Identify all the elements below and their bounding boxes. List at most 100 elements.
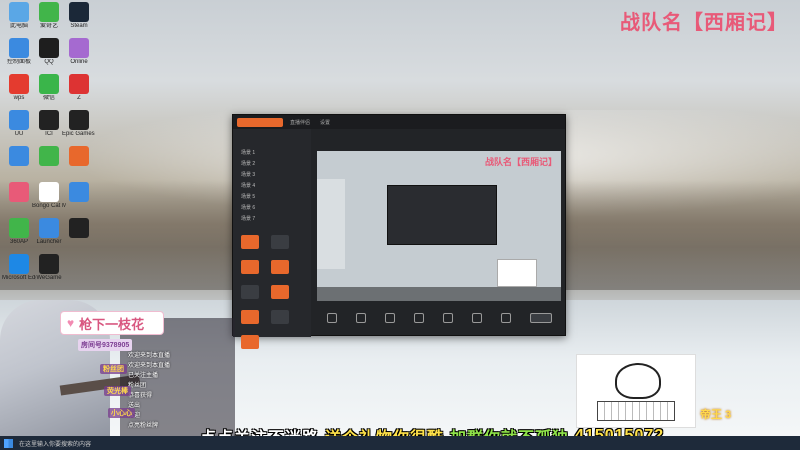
desktop-icon[interactable]: 360AP (2, 218, 36, 246)
desktop-icon-label: Bongo Cat Mver (32, 203, 66, 209)
preview-cat-box (497, 259, 537, 287)
app-icon (39, 182, 59, 202)
settings-icon[interactable] (500, 313, 511, 323)
app-icon (69, 218, 89, 238)
app-icon (69, 74, 89, 94)
desktop-icon-label: 此电脑 (9, 23, 28, 29)
image-icon[interactable] (413, 313, 424, 323)
tool-button[interactable] (241, 285, 259, 299)
desktop-icon[interactable]: 微信 (32, 74, 66, 102)
desktop-icon[interactable]: UU (2, 110, 36, 138)
tool-button[interactable] (271, 310, 290, 324)
desktop-icon[interactable]: wps (2, 74, 36, 102)
desktop-icon[interactable]: ICI (32, 110, 66, 138)
scene-panel: 场景 1 场景 2 场景 3 场景 4 场景 5 场景 6 场景 7 (233, 129, 311, 349)
bongo-cat-box (576, 354, 696, 428)
desktop-icon[interactable]: Bongo Cat Mver (32, 182, 66, 210)
app-tab-0[interactable]: 直播伴侣 (287, 119, 313, 126)
app-icon (9, 182, 29, 202)
tool-button[interactable] (241, 235, 259, 249)
app-icon (9, 2, 29, 22)
tool-button[interactable] (271, 260, 290, 274)
scene-item[interactable]: 场景 5 (233, 191, 311, 202)
gift-tag: 荧光棒 (104, 386, 131, 396)
desktop-icon-label: WeGame (36, 275, 62, 281)
tool-button[interactable] (241, 260, 259, 274)
desktop-icon[interactable]: Epic Games Launcher (62, 110, 96, 138)
stream-preview: 战队名【西厢记】 (317, 151, 561, 301)
audio-icon[interactable] (471, 313, 482, 323)
desktop-icon[interactable]: 控制面板 (2, 38, 36, 66)
app-icon (39, 218, 59, 238)
window-capture-icon[interactable] (355, 313, 366, 323)
app-tab-1[interactable]: 设置 (317, 119, 333, 126)
video-icon[interactable] (442, 313, 453, 323)
app-icon (9, 146, 29, 166)
desktop-icon-label: 爱奇艺 (39, 23, 58, 29)
gift-tag: 粉丝团 (100, 364, 127, 374)
app-icon (39, 110, 59, 130)
desktop-icon[interactable] (62, 146, 96, 167)
nested-preview-window (387, 185, 497, 245)
scene-item[interactable]: 场景 4 (233, 180, 311, 191)
desktop-icon[interactable]: Microsoft Edge (2, 254, 36, 282)
app-icon (39, 74, 59, 94)
scene-item[interactable]: 场景 1 (233, 147, 311, 158)
room-number: 房间号9378905 (78, 339, 133, 351)
app-icon (69, 38, 89, 58)
taskbar-search[interactable]: 在这里输入你要搜索的内容 (19, 439, 91, 448)
desktop-icon-label: ICI (45, 131, 53, 137)
app-icon (69, 2, 89, 22)
scene-item[interactable]: 场景 2 (233, 158, 311, 169)
desktop-icon[interactable] (2, 146, 36, 167)
tool-button[interactable] (271, 285, 290, 299)
preview-team-name: 战队名【西厢记】 (484, 158, 557, 168)
app-icon (39, 254, 59, 274)
desktop-icon[interactable]: QQ (32, 38, 66, 66)
streamer-name: 枪下一枝花 (79, 316, 145, 332)
text-icon[interactable] (384, 313, 395, 323)
app-icon (9, 254, 29, 274)
live-assistant-window[interactable]: 直播伴侣 设置 场景 1 场景 2 场景 3 场景 4 场景 5 场景 6 场景… (232, 114, 566, 349)
preview-ticker (317, 287, 561, 301)
tool-button[interactable] (271, 235, 290, 249)
streamer-name-tag: ♥ 枪下一枝花 (60, 311, 164, 335)
scene-item[interactable]: 场景 7 (233, 213, 311, 224)
desktop-icon[interactable]: 此电脑 (2, 2, 36, 30)
desktop-icon[interactable] (62, 182, 96, 203)
desktop-icon-label: Microsoft Edge (2, 275, 36, 281)
app-icon (69, 182, 89, 202)
taskbar[interactable]: 在这里输入你要搜索的内容 (0, 436, 800, 450)
desktop-icon-label: UU (14, 131, 24, 137)
desktop-icon[interactable] (2, 182, 36, 203)
desktop-icon[interactable] (62, 218, 96, 239)
scene-item[interactable]: 场景 3 (233, 169, 311, 180)
tool-button[interactable] (241, 310, 259, 324)
desktop-icon[interactable]: Launcher (32, 218, 66, 246)
app-icon (69, 110, 89, 130)
app-titlebar[interactable]: 直播伴侣 设置 (233, 115, 565, 129)
scene-item[interactable]: 场景 6 (233, 202, 311, 213)
chat-message: 恭喜获得 (128, 393, 153, 399)
desktop-icon-label: Online (70, 59, 88, 65)
heart-icon: ♥ (67, 316, 75, 330)
tool-button[interactable] (241, 335, 259, 349)
team-name-title: 战队名【西厢记】 (620, 10, 788, 34)
desktop-icon[interactable]: 爱奇艺 (32, 2, 66, 30)
windows-start-icon[interactable] (4, 438, 13, 448)
desktop-icon[interactable]: Steam (62, 2, 96, 30)
start-live-button[interactable] (529, 313, 552, 323)
app-icon (69, 146, 89, 166)
cat-icon (615, 363, 661, 399)
app-logo (237, 117, 283, 127)
desktop-icon[interactable]: Online (62, 38, 96, 66)
app-icon (9, 110, 29, 130)
desktop-icon[interactable]: Z (62, 74, 96, 102)
camera-icon[interactable] (326, 313, 337, 323)
gift-tag: 小心心 (108, 408, 135, 418)
desktop-icon-label: 微信 (42, 95, 55, 101)
desktop-icon[interactable] (32, 146, 66, 167)
desktop-icon[interactable]: WeGame (32, 254, 66, 282)
desktop-icon-label: Launcher (36, 239, 62, 245)
bottom-toolbar (317, 303, 561, 333)
